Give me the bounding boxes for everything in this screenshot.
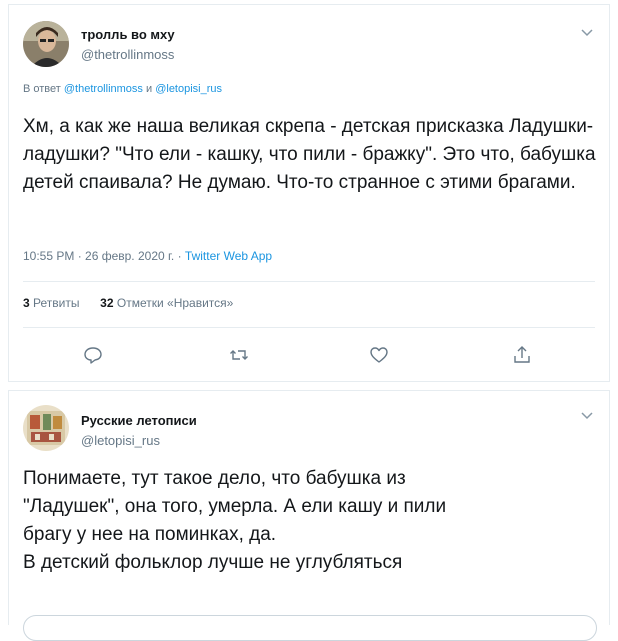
reply-context: В ответ @thetrollinmoss и @letopisi_rus — [23, 83, 222, 95]
author-name[interactable]: тролль во мху — [81, 27, 175, 42]
share-icon[interactable] — [512, 345, 532, 365]
author-avatar[interactable] — [23, 21, 69, 67]
divider — [23, 327, 595, 328]
tweet-stats: 3 Ретвиты 32 Отметки «Нравится» — [23, 296, 233, 310]
divider — [23, 281, 595, 282]
reply-prefix: В ответ — [23, 83, 61, 95]
tweet-text-line: Понимаете, тут такое дело, что бабушка и… — [23, 468, 406, 489]
tweet-timestamp[interactable]: 10:55 PM · 26 февр. 2020 г. · — [23, 249, 182, 263]
likes-count: 32 — [100, 296, 114, 310]
retweets-stat[interactable]: 3 Ретвиты — [23, 296, 79, 310]
retweets-label: Ретвиты — [33, 296, 80, 310]
author-name[interactable]: Русские летописи — [81, 413, 197, 428]
tweet-card-2: Русские летописи @letopisi_rus Понимаете… — [8, 390, 610, 641]
likes-label: Отметки «Нравится» — [116, 296, 234, 310]
author-handle[interactable]: @letopisi_rus — [81, 433, 160, 448]
tweet-text-line: брагу у нее на поминках, да. — [23, 524, 277, 545]
likes-stat[interactable]: 32 Отметки «Нравится» — [100, 296, 233, 310]
retweet-icon[interactable] — [229, 345, 249, 365]
reply-user-link[interactable]: @thetrollinmoss — [64, 83, 143, 95]
tweet-text: Хм, а как же наша великая скрепа - детск… — [23, 116, 596, 193]
reply-and: и — [145, 83, 153, 95]
chevron-down-icon[interactable] — [580, 28, 594, 38]
tweet-card-1: тролль во мху @thetrollinmoss В ответ @t… — [8, 4, 610, 382]
author-avatar[interactable] — [23, 405, 69, 451]
reply-user-link[interactable]: @letopisi_rus — [155, 83, 222, 95]
quoted-card-edge — [23, 615, 597, 641]
tweet-text-line: В детский фольклор лучше не углубляться — [23, 552, 403, 573]
tweet-source-link[interactable]: Twitter Web App — [185, 249, 272, 263]
author-handle[interactable]: @thetrollinmoss — [81, 47, 174, 62]
tweet-text: Понимаете, тут такое дело, что бабушка и… — [23, 465, 603, 577]
like-icon[interactable] — [369, 345, 389, 365]
tweet-metadata: 10:55 PM · 26 февр. 2020 г. · Twitter We… — [23, 249, 272, 263]
chevron-down-icon[interactable] — [580, 411, 594, 421]
reply-icon[interactable] — [83, 345, 103, 365]
tweet-text-line: "Ладушек", она того, умерла. А ели кашу … — [23, 496, 447, 517]
retweets-count: 3 — [23, 296, 30, 310]
